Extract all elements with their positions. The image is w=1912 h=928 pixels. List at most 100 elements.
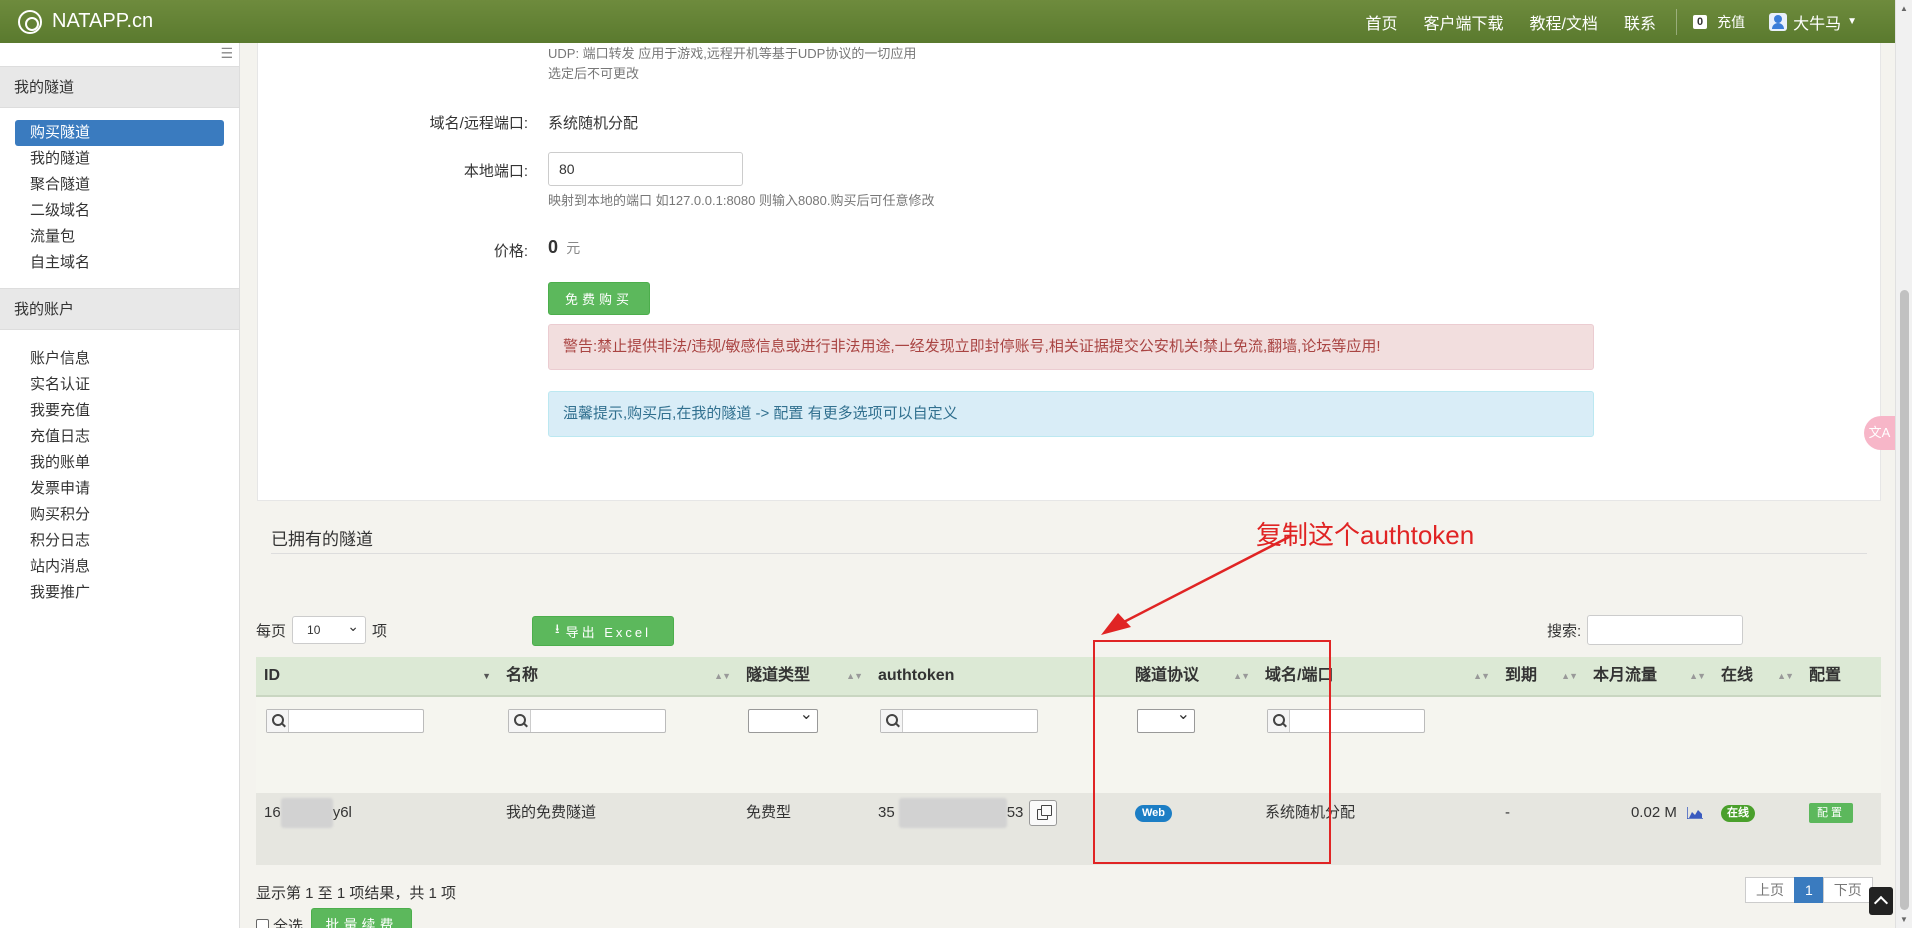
config-button[interactable]: 配置 <box>1809 803 1853 824</box>
sort-icon: ▲▼ <box>714 671 731 681</box>
sidebar-section-account: 我的账户 <box>0 288 239 330</box>
select-all-checkbox[interactable] <box>256 919 269 928</box>
sidebar-item-points-log[interactable]: 积分日志 <box>15 528 224 554</box>
cell-type: 免费型 <box>746 804 792 821</box>
col-traffic[interactable]: 本月流量 ▲▼ <box>1585 657 1713 695</box>
sidebar-collapse-icon[interactable]: ☰ <box>220 45 233 62</box>
wallet-balance: 0 <box>1692 14 1708 29</box>
sort-icon: ▲▼ <box>1777 671 1794 681</box>
col-online[interactable]: 在线 ▲▼ <box>1713 657 1801 695</box>
table-row: 16 y6l 我的免费隧道 免费型 35 53 Web 系统随机分配 - 0.02 … <box>256 793 1881 865</box>
export-excel-button[interactable]: ⭳ 导出 Excel <box>532 616 674 646</box>
brand-name: NATAPP.cn <box>52 10 154 32</box>
price-unit: 元 <box>566 240 581 256</box>
brand-logo[interactable]: NATAPP.cn <box>18 9 154 34</box>
udp-hint: UDP: 端口转发 应用于游戏,远程开机等基于UDP协议的一切应用 <box>548 46 917 61</box>
warning-alert: 警告:禁止提供非法/违规/敏感信息或进行非法用途,一经发现立即封停账号,相关证据… <box>548 324 1594 370</box>
sidebar-item-recharge-log[interactable]: 充值日志 <box>15 424 224 450</box>
back-to-top-icon[interactable] <box>1869 887 1893 915</box>
select-all-label: 全选 <box>273 918 304 928</box>
sidebar-item-buy-tunnel[interactable]: 购买隧道 <box>15 120 224 146</box>
col-name[interactable]: 名称 ▲▼ <box>498 657 738 695</box>
batch-renew-button[interactable]: 批量续费 <box>311 908 412 928</box>
filter-name-input[interactable] <box>508 709 666 733</box>
sidebar-item-messages[interactable]: 站内消息 <box>15 554 224 580</box>
sidebar-item-bills[interactable]: 我的账单 <box>15 450 224 476</box>
online-badge: 在线 <box>1721 804 1755 822</box>
col-type[interactable]: 隧道类型 ▲▼ <box>738 657 870 695</box>
cell-name: 我的免费隧道 <box>506 804 597 821</box>
pager-next[interactable]: 下页 <box>1822 877 1873 903</box>
domain-label: 域名/远程端口: <box>429 115 528 132</box>
nav-docs[interactable]: 教程/文档 <box>1529 10 1597 34</box>
cell-authtoken: 35 53 <box>870 793 1127 865</box>
page-scrollbar[interactable]: ▲ ▼ <box>1895 0 1912 928</box>
pagination: 上页 1 下页 <box>1745 877 1873 903</box>
sidebar-item-invoice[interactable]: 发票申请 <box>15 476 224 502</box>
section-divider <box>271 553 1867 554</box>
cell-expire: - <box>1505 804 1510 821</box>
scroll-up-icon[interactable]: ▲ <box>1900 4 1908 13</box>
sidebar-item-verification[interactable]: 实名认证 <box>15 372 224 398</box>
pager-prev[interactable]: 上页 <box>1745 877 1795 903</box>
search-icon <box>509 710 531 732</box>
sidebar-tunnel-list: 购买隧道 我的隧道 聚合隧道 二级域名 流量包 自主域名 <box>0 108 239 288</box>
filter-type-select[interactable] <box>748 704 818 733</box>
search-label: 搜索: <box>1547 623 1582 640</box>
top-navbar: NATAPP.cn 首页 客户端下载 教程/文档 联系 0 充值 大牛马 ▼ <box>0 0 1895 43</box>
per-page-suffix: 项 <box>372 622 388 640</box>
price-display: 0 元 <box>548 237 580 258</box>
cell-online: 在线 <box>1713 793 1801 865</box>
sidebar-item-custom-domain[interactable]: 自主域名 <box>15 250 224 276</box>
username: 大牛马 <box>1793 15 1842 33</box>
local-port-input[interactable] <box>548 152 743 186</box>
nav-contact[interactable]: 联系 <box>1624 10 1656 34</box>
sidebar: ☰ 我的隧道 购买隧道 我的隧道 聚合隧道 二级域名 流量包 自主域名 我的账户… <box>0 43 240 928</box>
price-label: 价格: <box>493 243 528 260</box>
select-all[interactable]: 全选 <box>256 915 303 928</box>
nav-client-download[interactable]: 客户端下载 <box>1423 10 1503 34</box>
redacted-authtoken <box>898 798 1007 829</box>
scrollbar-thumb[interactable] <box>1900 290 1909 910</box>
local-port-label: 本地端口: <box>463 163 528 180</box>
caret-down-icon: ▼ <box>1847 16 1857 27</box>
translate-icon[interactable]: 文A <box>1864 416 1895 450</box>
sidebar-item-recharge[interactable]: 我要充值 <box>15 398 224 424</box>
table-header: ID ▼ 名称 ▲▼ 隧道类型 ▲▼ authtoken 隧道协议 ▲▼ 域名/端口 ▲▼… <box>256 657 1881 697</box>
col-expire[interactable]: 到期 ▲▼ <box>1497 657 1585 695</box>
search-icon <box>881 710 903 732</box>
filter-id-input[interactable] <box>266 709 424 733</box>
per-page-prefix: 每页 <box>256 622 287 640</box>
sort-icon: ▲▼ <box>846 671 863 681</box>
table-filter-row <box>256 697 1881 793</box>
sidebar-item-account-info[interactable]: 账户信息 <box>15 346 224 372</box>
free-buy-button[interactable]: 免费购买 <box>548 282 650 315</box>
sidebar-item-traffic-pack[interactable]: 流量包 <box>15 224 224 250</box>
sidebar-item-subdomain[interactable]: 二级域名 <box>15 198 224 224</box>
annotation-highlight-box <box>1093 640 1331 864</box>
recharge-link[interactable]: 0 充值 <box>1692 12 1745 32</box>
pager-page-1[interactable]: 1 <box>1794 877 1824 903</box>
redacted-id <box>280 798 333 829</box>
lock-hint: 选定后不可更改 <box>548 66 640 81</box>
table-search-input[interactable] <box>1587 615 1743 645</box>
copy-authtoken-icon[interactable] <box>1029 800 1058 827</box>
sidebar-section-tunnels: 我的隧道 <box>0 66 239 108</box>
col-id[interactable]: ID ▼ <box>256 657 498 695</box>
user-menu[interactable]: 大牛马 ▼ <box>1769 10 1857 34</box>
scroll-down-icon[interactable]: ▼ <box>1900 915 1908 924</box>
sidebar-item-my-tunnels[interactable]: 我的隧道 <box>15 146 224 172</box>
local-port-hint: 映射到本地的端口 如127.0.0.1:8080 则输入8080.购买后可任意修… <box>548 193 935 208</box>
top-nav: 首页 客户端下载 教程/文档 联系 0 充值 大牛马 ▼ <box>1339 0 1857 43</box>
area-chart-icon[interactable] <box>1687 807 1703 820</box>
nav-home[interactable]: 首页 <box>1365 10 1397 34</box>
per-page-select[interactable]: 10 <box>292 613 367 644</box>
sidebar-item-buy-points[interactable]: 购买积分 <box>15 502 224 528</box>
search-icon <box>267 710 289 732</box>
tip-alert: 温馨提示,购买后,在我的隧道 -> 配置 有更多选项可以自定义 <box>548 391 1594 437</box>
sidebar-account-list: 账户信息 实名认证 我要充值 充值日志 我的账单 发票申请 购买积分 积分日志 … <box>0 330 239 618</box>
sidebar-item-aggregate-tunnels[interactable]: 聚合隧道 <box>15 172 224 198</box>
sidebar-item-promote[interactable]: 我要推广 <box>15 580 224 606</box>
sort-icon: ▲▼ <box>1689 671 1706 681</box>
filter-authtoken-input[interactable] <box>880 709 1038 733</box>
